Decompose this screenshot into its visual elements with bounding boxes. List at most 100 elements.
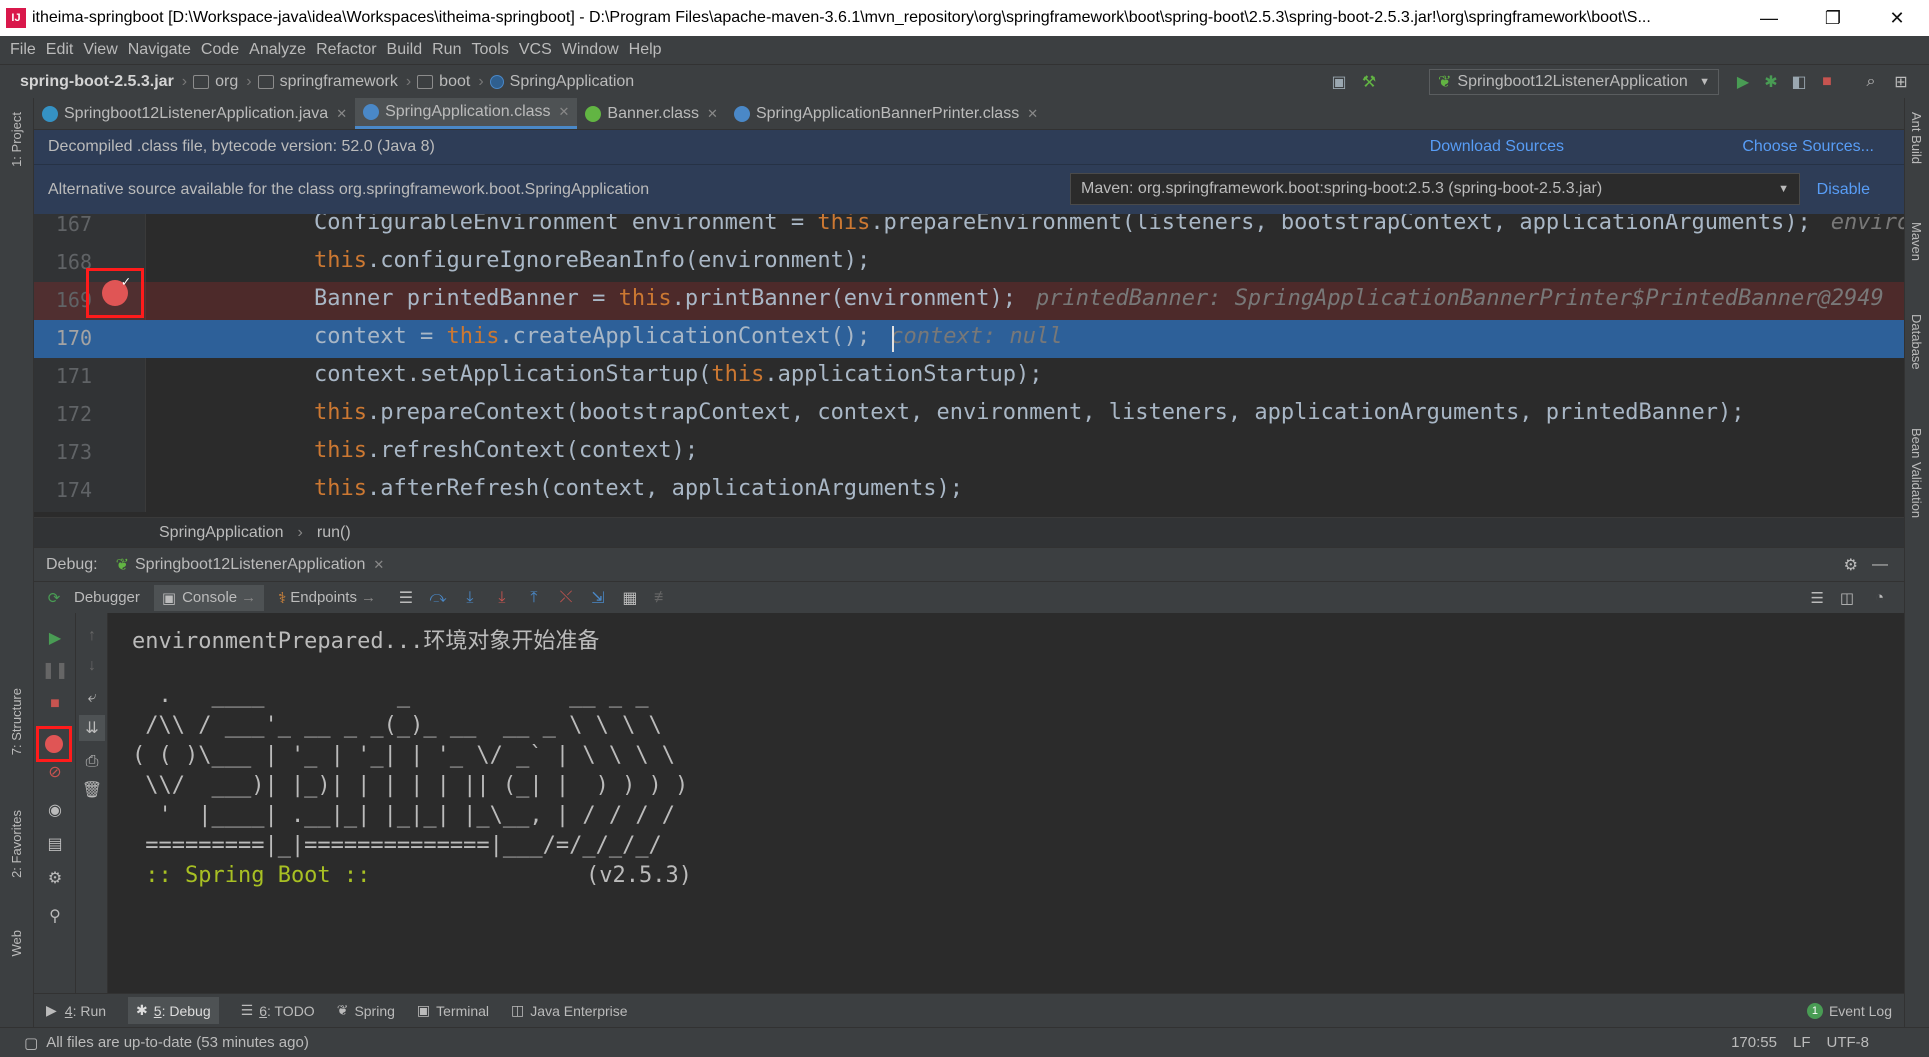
tab-banner-class[interactable]: Banner.class ✕ [577,98,726,129]
step-into-icon[interactable]: ⤓ [459,587,481,609]
code-line-breakpoint[interactable]: 169 Banner printedBanner = this.printBan… [34,282,1904,320]
close-tab-icon[interactable]: ✕ [1027,106,1038,122]
code-line-current[interactable]: 170 context = this.createApplicationCont… [34,320,1904,358]
memory-icon[interactable]: ◫ [1840,589,1854,607]
pin-icon[interactable]: ⚲ [42,903,68,929]
tool-run[interactable]: ▶ 4: Run [46,1002,106,1019]
line-separator[interactable]: LF [1793,1034,1811,1051]
menu-edit[interactable]: Edit [46,41,74,59]
resume-icon[interactable]: ▶ [42,625,68,651]
breadcrumb-springframework[interactable]: springframework › [257,73,411,91]
breadcrumb-class[interactable]: SpringApplication [489,73,634,91]
view-breakpoints-button[interactable] [36,726,72,762]
menu-file[interactable]: File [10,41,36,59]
breadcrumb-boot[interactable]: boot › [417,73,484,91]
menu-refactor[interactable]: Refactor [316,41,376,59]
gear-icon[interactable]: ⚙ [42,865,68,891]
soft-wrap-icon[interactable]: ⤶ [79,685,105,711]
file-encoding[interactable]: UTF-8 [1827,1034,1870,1051]
trash-icon[interactable]: 🗑 [79,777,105,803]
choose-sources-link[interactable]: Choose Sources... [1742,138,1874,156]
event-log-button[interactable]: 1 Event Log [1806,1002,1892,1019]
search-everywhere-icon[interactable]: ⊞ [1891,72,1911,92]
tab-debugger[interactable]: Debugger [74,589,140,606]
close-tab-icon[interactable]: ✕ [559,104,570,120]
coverage-icon[interactable]: ◧ [1789,72,1809,92]
scroll-to-end-icon[interactable]: ⇊ [79,715,105,741]
menu-code[interactable]: Code [201,41,239,59]
run-configuration-select[interactable]: ❦ Springboot12ListenerApplication ▼ [1429,69,1719,95]
disable-link[interactable]: Disable [1817,181,1870,199]
pause-icon[interactable]: ❚❚ [42,657,69,683]
close-button[interactable]: ✕ [1865,0,1929,36]
tool-maven[interactable]: Maven [1909,222,1924,261]
layout-icon[interactable]: ▤ [42,831,68,857]
breadcrumb-method[interactable]: run() [317,524,351,542]
download-sources-link[interactable]: Download Sources [1430,138,1564,156]
mute-breakpoints-icon[interactable]: ⊘ [42,759,68,785]
force-step-into-icon[interactable]: ⤓ [491,587,513,609]
run-to-cursor-icon[interactable]: ⇲ [587,587,609,609]
breadcrumb-jar[interactable]: spring-boot-2.5.3.jar › [20,73,187,91]
search-icon[interactable]: ⌕ [1861,72,1881,92]
tool-database[interactable]: Database [1909,314,1924,370]
up-arrow-icon[interactable]: ↑ [79,623,105,649]
run-icon[interactable]: ▶ [1733,72,1753,92]
evaluate-expression-icon[interactable]: ▦ [619,587,641,609]
build-hammer-icon[interactable]: ⚒ [1359,72,1379,92]
breakpoint-marker[interactable] [86,268,144,318]
show-execution-point-icon[interactable]: ☰ [395,587,417,609]
tool-bean-validation[interactable]: Bean Validation [1909,428,1924,518]
tab-spring-application-class[interactable]: SpringApplication.class ✕ [355,98,578,129]
step-out-icon[interactable]: ⤒ [523,587,545,609]
camera-icon[interactable]: ◉ [42,797,68,823]
tool-todo[interactable]: ☰ 6: TODO [241,1002,315,1019]
tool-favorites[interactable]: 2: Favorites [9,810,24,878]
gear-icon[interactable]: ⚙ [1844,555,1858,575]
tool-web[interactable]: Web [9,930,24,957]
breadcrumb-class-name[interactable]: SpringApplication [159,524,284,542]
tool-ant-build[interactable]: Ant Build [1909,112,1924,164]
menu-analyze[interactable]: Analyze [249,41,306,59]
debug-session-tab[interactable]: Springboot12ListenerApplication [135,556,365,574]
menu-run[interactable]: Run [432,41,461,59]
code-line[interactable]: 167 ConfigurableEnvironment environment … [34,214,1904,244]
menu-build[interactable]: Build [387,41,423,59]
tool-java-enterprise[interactable]: ◫ Java Enterprise [511,1002,628,1019]
down-arrow-icon[interactable]: ↓ [79,653,105,679]
code-line[interactable]: 173 this.refreshContext(context); [34,434,1904,472]
tool-spring[interactable]: ❦ Spring [337,1002,395,1019]
stop-icon[interactable]: ■ [1817,72,1837,92]
tab-console[interactable]: ▣ Console → [153,584,265,611]
tab-banner-printer-class[interactable]: SpringApplicationBannerPrinter.class ✕ [726,98,1046,129]
close-tab-icon[interactable]: ✕ [707,106,718,122]
step-over-icon[interactable]: ⤼ [427,587,449,609]
code-line[interactable]: 168 this.configureIgnoreBeanInfo(environ… [34,244,1904,282]
print-icon[interactable]: ⎙ [79,749,105,775]
layout-icon[interactable]: ▣ [1329,72,1349,92]
code-line[interactable]: 171 context.setApplicationStartup(this.a… [34,358,1904,396]
alternative-source-select[interactable]: Maven: org.springframework.boot:spring-b… [1070,173,1800,205]
console-output[interactable]: environmentPrepared...环境对象开始准备 . ____ _ … [108,613,1904,993]
menu-window[interactable]: Window [562,41,619,59]
code-line[interactable]: 172 this.prepareContext(bootstrapContext… [34,396,1904,434]
tool-debug[interactable]: ✱ 5: Debug [128,997,219,1024]
trace-icon[interactable]: ≢ [651,587,673,609]
tab-endpoints[interactable]: ⚕ Endpoints → [278,589,376,607]
debug-icon[interactable]: ✱ [1761,72,1781,92]
menu-vcs[interactable]: VCS [519,41,552,59]
menu-help[interactable]: Help [629,41,662,59]
breadcrumb-org[interactable]: org › [193,73,252,91]
cursor-position[interactable]: 170:55 [1731,1034,1777,1051]
menu-view[interactable]: View [83,41,117,59]
tab-listener-application-java[interactable]: Springboot12ListenerApplication.java ✕ [34,98,355,129]
threads-icon[interactable]: ☰ [1811,589,1824,607]
code-editor[interactable]: 167 ConfigurableEnvironment environment … [34,214,1904,512]
minimize-panel-icon[interactable]: — [1872,556,1888,574]
status-window-icon[interactable]: ▢ [24,1034,38,1052]
tool-structure[interactable]: 7: Structure [9,688,24,755]
restore-button[interactable]: ❐ [1801,0,1865,36]
close-tab-icon[interactable]: ✕ [336,106,347,122]
overhead-icon[interactable]: ◔ [1875,589,1884,606]
code-line[interactable]: 174 this.afterRefresh(context, applicati… [34,472,1904,510]
